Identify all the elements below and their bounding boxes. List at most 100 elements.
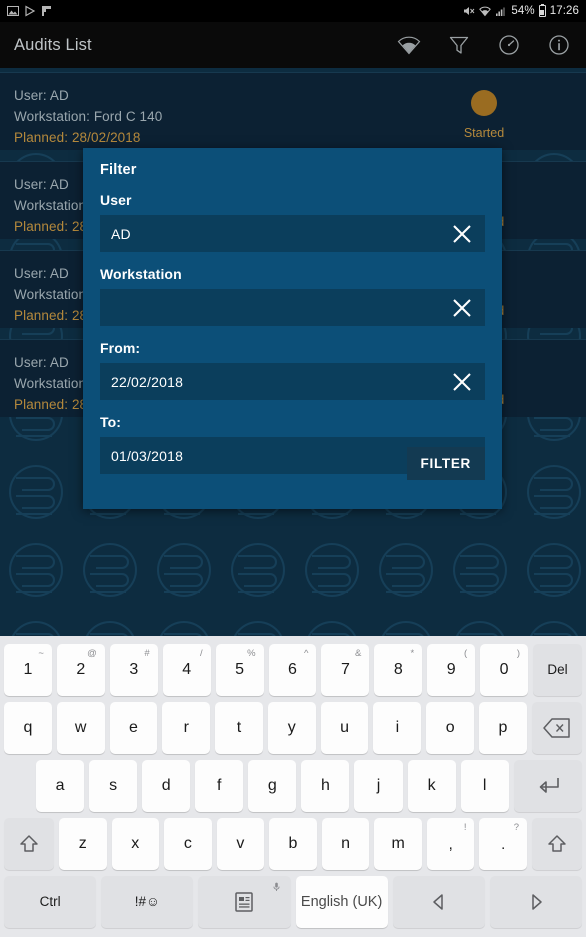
key-x-label: x bbox=[131, 835, 140, 852]
enter-icon[interactable] bbox=[513, 760, 582, 812]
key-period-label: . bbox=[501, 835, 506, 853]
key-1-alt: ~ bbox=[38, 648, 44, 659]
key-p[interactable]: p bbox=[479, 702, 527, 754]
key-c-label: c bbox=[183, 835, 192, 852]
key-b[interactable]: b bbox=[269, 818, 317, 870]
key-5-label: 5 bbox=[235, 661, 245, 678]
key-r[interactable]: r bbox=[162, 702, 211, 754]
key-7[interactable]: 7 & bbox=[321, 644, 370, 696]
key-o[interactable]: o bbox=[426, 702, 475, 754]
key-h[interactable]: h bbox=[301, 760, 350, 812]
backspace-icon[interactable] bbox=[531, 702, 582, 754]
key-t[interactable]: t bbox=[215, 702, 263, 754]
from-field-label: From: bbox=[100, 340, 141, 356]
key-ctrl[interactable]: Ctrl bbox=[4, 876, 97, 928]
key-q[interactable]: q bbox=[4, 702, 52, 754]
key-0-alt: ) bbox=[516, 648, 521, 659]
key-w-label: w bbox=[74, 719, 87, 736]
key-g[interactable]: g bbox=[248, 760, 297, 812]
shift-icon[interactable] bbox=[532, 818, 582, 870]
arrow-right-icon[interactable] bbox=[489, 876, 583, 928]
key-h-label: h bbox=[320, 777, 330, 794]
dialog-title: Filter bbox=[100, 162, 137, 178]
key-e[interactable]: e bbox=[109, 702, 158, 754]
workstation-field[interactable] bbox=[100, 289, 485, 326]
key-5[interactable]: 5 % bbox=[215, 644, 264, 696]
image-icon bbox=[7, 6, 19, 16]
wifi-status-icon[interactable] bbox=[396, 32, 422, 58]
info-icon[interactable] bbox=[546, 32, 572, 58]
keyboard-language-label: English (UK) bbox=[300, 893, 383, 910]
key-d[interactable]: d bbox=[142, 760, 191, 812]
key-a-label: a bbox=[55, 777, 65, 794]
key-7-label: 7 bbox=[340, 661, 350, 678]
battery-icon bbox=[538, 3, 546, 17]
key-c[interactable]: c bbox=[164, 818, 212, 870]
key-m[interactable]: m bbox=[374, 818, 422, 870]
clear-x-icon[interactable] bbox=[445, 365, 479, 399]
shift-icon[interactable] bbox=[4, 818, 54, 870]
key-x[interactable]: x bbox=[111, 818, 160, 870]
filter-icon[interactable] bbox=[446, 32, 472, 58]
table-row[interactable]: User: AD Workstation: Ford C 140 Planned… bbox=[0, 72, 586, 150]
keyboard-row-bottom-letters: z x c v b n m , ! . ? bbox=[4, 815, 582, 873]
key-w[interactable]: w bbox=[56, 702, 105, 754]
key-8-label: 8 bbox=[393, 661, 403, 678]
key-comma-alt: ! bbox=[463, 822, 467, 833]
key-period[interactable]: . ? bbox=[479, 818, 528, 870]
status-bar-notifications bbox=[7, 5, 53, 17]
key-3[interactable]: 3 # bbox=[109, 644, 158, 696]
status-bar-system: 54% 17:26 bbox=[463, 0, 579, 22]
workstation-field-label: Workstation bbox=[100, 266, 182, 282]
key-2-label: 2 bbox=[76, 661, 86, 678]
key-v[interactable]: v bbox=[216, 818, 265, 870]
key-y[interactable]: y bbox=[267, 702, 316, 754]
key-o-label: o bbox=[445, 719, 455, 736]
spacebar[interactable]: English (UK) bbox=[295, 876, 388, 928]
filter-dialog: Filter User AD Workstation From: 22/02/2… bbox=[83, 148, 502, 509]
from-date-value: 22/02/2018 bbox=[111, 373, 184, 390]
key-2[interactable]: 2 @ bbox=[56, 644, 105, 696]
arrow-left-icon[interactable] bbox=[392, 876, 485, 928]
dialog-actions: FILTER bbox=[406, 447, 485, 480]
key-z[interactable]: z bbox=[58, 818, 107, 870]
keyboard-row-numbers: 1 ~ 2 @ 3 # 4 / 5 % 6 ^ 7 & 8 * 9 (0) … bbox=[4, 641, 582, 699]
filter-submit-button[interactable]: FILTER bbox=[406, 447, 485, 480]
on-screen-keyboard: 1 ~ 2 @ 3 # 4 / 5 % 6 ^ 7 & 8 * 9 (0) … bbox=[0, 636, 586, 937]
key-4[interactable]: 4 / bbox=[162, 644, 211, 696]
key-5-alt: % bbox=[247, 648, 256, 659]
key-n[interactable]: n bbox=[321, 818, 370, 870]
key-0-label: 0 bbox=[499, 661, 509, 678]
key-f[interactable]: f bbox=[195, 760, 244, 812]
key-symbols[interactable]: !#☺ bbox=[101, 876, 194, 928]
key-2-alt: @ bbox=[87, 648, 97, 659]
key-s[interactable]: s bbox=[89, 760, 138, 812]
battery-percent: 54% bbox=[511, 5, 535, 17]
key-6[interactable]: 6 ^ bbox=[268, 644, 317, 696]
key-t-label: t bbox=[236, 719, 242, 736]
clipboard-icon[interactable] bbox=[198, 876, 291, 928]
clear-x-icon[interactable] bbox=[445, 291, 479, 325]
key-9[interactable]: 9 ( bbox=[427, 644, 476, 696]
clear-x-icon[interactable] bbox=[445, 217, 479, 251]
key-k[interactable]: k bbox=[407, 760, 456, 812]
key-p-label: p bbox=[498, 719, 508, 736]
key-i[interactable]: i bbox=[373, 702, 422, 754]
key-0[interactable]: 0 ) bbox=[480, 644, 529, 696]
user-field[interactable]: AD bbox=[100, 215, 485, 252]
key-comma[interactable]: , ! bbox=[426, 818, 475, 870]
gauge-icon[interactable] bbox=[496, 32, 522, 58]
key-u[interactable]: u bbox=[320, 702, 369, 754]
key-j[interactable]: j bbox=[354, 760, 403, 812]
key-delete[interactable]: Del bbox=[533, 644, 582, 696]
key-1[interactable]: 1 ~ bbox=[4, 644, 52, 696]
key-4-alt: / bbox=[199, 648, 203, 659]
volume-mute-icon bbox=[464, 7, 475, 15]
key-l[interactable]: l bbox=[460, 760, 509, 812]
device-screen: 54% 17:26 Audits List User: AD Workstati… bbox=[0, 0, 586, 937]
key-j-label: j bbox=[376, 777, 381, 794]
keyboard-row-modifiers: Ctrl !#☺ English (UK) bbox=[4, 873, 583, 931]
from-date-field[interactable]: 22/02/2018 bbox=[100, 363, 485, 400]
key-8[interactable]: 8 * bbox=[374, 644, 423, 696]
key-a[interactable]: a bbox=[36, 760, 85, 812]
